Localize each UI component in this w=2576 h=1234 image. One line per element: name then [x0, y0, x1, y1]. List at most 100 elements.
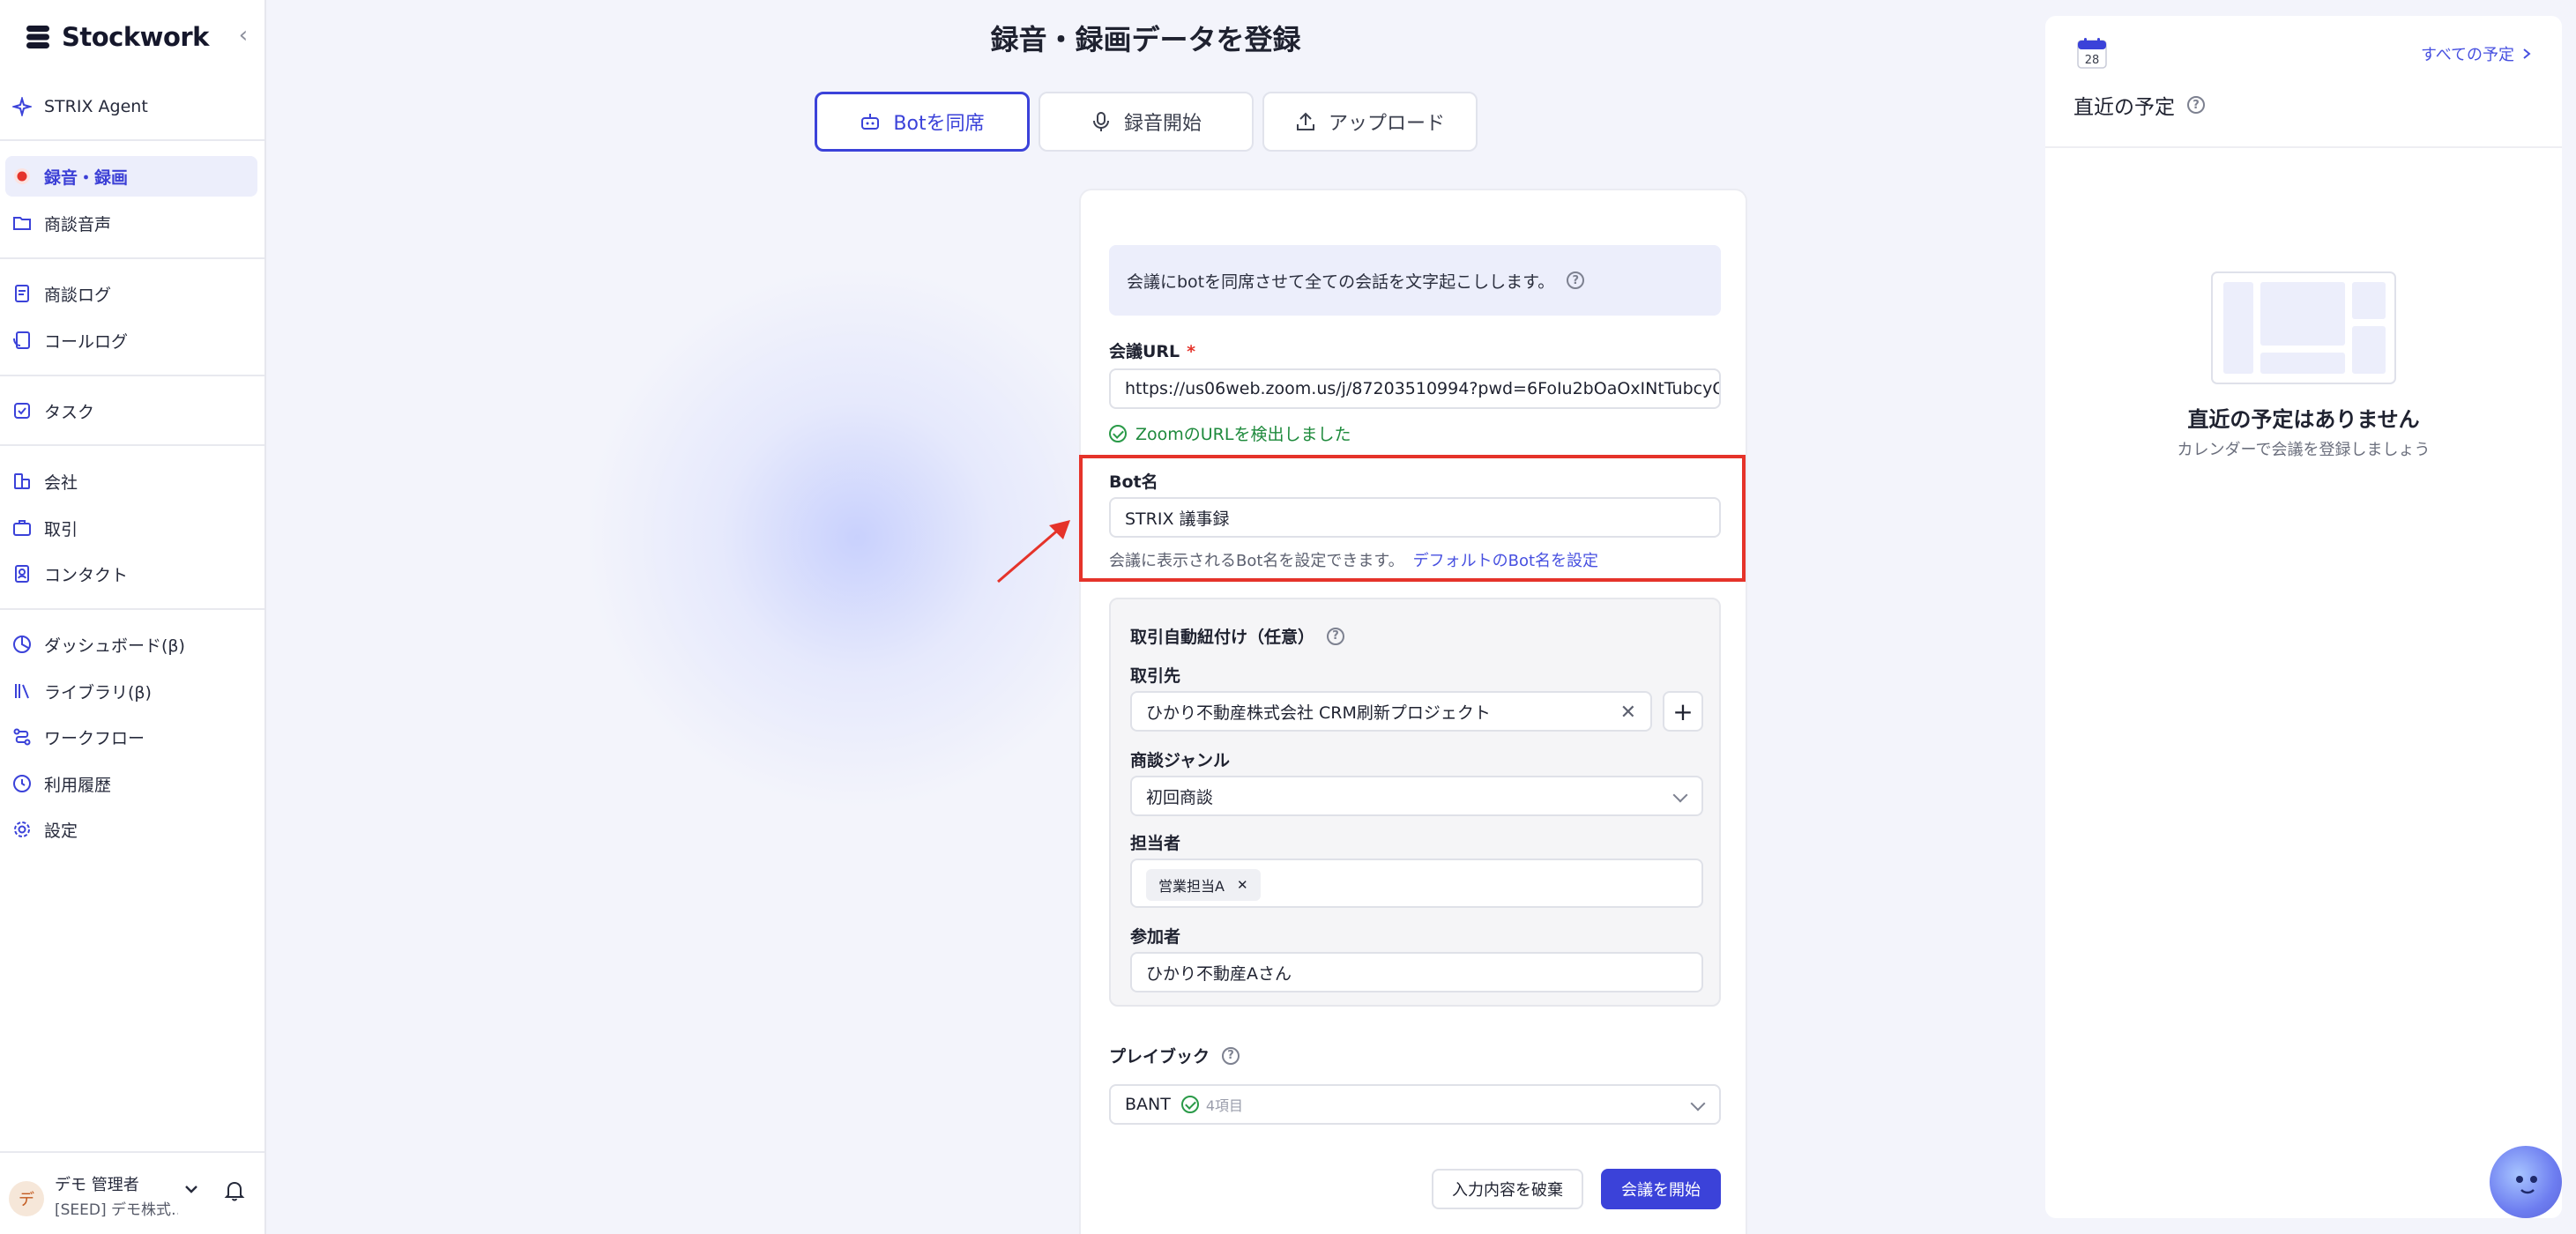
user-organization: [SEED] デモ株式…: [55, 1201, 178, 1219]
user-menu[interactable]: デ デモ 管理者 [SEED] デモ株式…: [0, 1151, 264, 1234]
participants-input[interactable]: ひかり不動産Aさん: [1130, 952, 1703, 992]
gear-icon: [12, 820, 32, 839]
client-select[interactable]: ひかり不動産株式会社 CRM刷新プロジェクト ✕: [1130, 691, 1652, 732]
divider: [0, 375, 264, 376]
chevron-down-icon: [1690, 1096, 1706, 1111]
divider: [0, 444, 264, 446]
start-meeting-button[interactable]: 会議を開始: [1601, 1169, 1721, 1209]
logo[interactable]: Stockwork: [23, 19, 209, 55]
mode-button-record[interactable]: 録音開始: [1039, 92, 1254, 152]
sidebar-item-label: 取引: [44, 519, 78, 539]
help-icon[interactable]: ?: [1567, 271, 1585, 289]
close-icon[interactable]: ✕: [1620, 702, 1636, 724]
all-events-link-text: すべての予定: [2420, 46, 2514, 64]
owner-tag: 営業担当A ✕: [1146, 869, 1261, 901]
collapse-sidebar-button[interactable]: ‹: [231, 22, 256, 48]
help-icon[interactable]: ?: [1327, 627, 1345, 645]
library-icon: [12, 681, 32, 701]
sidebar-item-call-log[interactable]: コールログ: [5, 320, 257, 361]
meeting-url-input[interactable]: https://us06web.zoom.us/j/87203510994?pw…: [1109, 368, 1721, 409]
sidebar-item-tasks[interactable]: タスク: [5, 390, 257, 431]
briefcase-icon: [12, 518, 32, 538]
discard-button[interactable]: 入力内容を破棄: [1432, 1169, 1583, 1209]
divider: [0, 608, 264, 610]
calendar-icon: 28: [2077, 38, 2107, 69]
sidebar-item-workflow[interactable]: ワークフロー: [5, 717, 257, 757]
sidebar-item-contacts[interactable]: コンタクト: [5, 554, 257, 594]
sidebar-item-deals[interactable]: 取引: [5, 508, 257, 548]
checkbox-icon: [12, 401, 32, 420]
empty-state-subtitle: カレンダーで会議を登録しましょう: [2177, 441, 2431, 459]
playbook-label-text: プレイブック: [1109, 1047, 1210, 1067]
chevron-down-icon: [1672, 787, 1688, 803]
auto-link-title: 取引自動紐付け（任意） ?: [1130, 624, 1345, 648]
sidebar-item-meeting-log[interactable]: 商談ログ: [5, 273, 257, 314]
sidebar-item-usage-history[interactable]: 利用履歴: [5, 763, 257, 804]
meeting-url-label-text: 会議URL: [1109, 342, 1180, 361]
sidebar-item-library[interactable]: ライブラリ(β): [5, 671, 257, 711]
sidebar-item-label: ワークフロー: [44, 728, 145, 748]
divider: [0, 139, 264, 141]
sparkle-icon: [12, 97, 32, 116]
sidebar-item-label: STRIX Agent: [44, 97, 148, 116]
check-circle-icon: [1109, 424, 1127, 442]
schedule-header: 28 すべての予定 直近の予定 ?: [2045, 16, 2562, 148]
building-icon: [12, 472, 32, 491]
owner-input[interactable]: 営業担当A ✕: [1130, 859, 1703, 908]
meeting-url-label: 会議URL *: [1109, 338, 1195, 362]
sidebar-item-label: 利用履歴: [44, 775, 112, 795]
workflow-icon: [12, 727, 32, 747]
auto-link-title-text: 取引自動紐付け（任意）: [1130, 628, 1315, 647]
logo-icon: [26, 26, 49, 48]
sidebar-item-dashboard[interactable]: ダッシュボード(β): [5, 624, 257, 665]
microphone-icon: [1092, 112, 1109, 131]
sidebar-item-label: ダッシュボード(β): [44, 636, 185, 656]
mode-button-label: 録音開始: [1123, 113, 1202, 135]
logo-text: Stockwork: [62, 22, 209, 52]
empty-calendar-illustration: [2211, 271, 2396, 384]
chevron-right-icon: [2523, 48, 2531, 59]
bot-form-card: 会議にbotを同席させて全ての会話を文字起こしします。 ? 会議URL * htt…: [1079, 189, 1747, 1234]
all-events-link[interactable]: すべての予定: [2421, 42, 2532, 65]
add-client-button[interactable]: +: [1663, 691, 1703, 732]
mode-button-bot[interactable]: Botを同席: [815, 92, 1030, 152]
close-icon[interactable]: ✕: [1237, 877, 1248, 893]
required-mark: *: [1187, 342, 1196, 361]
help-icon[interactable]: ?: [2187, 96, 2205, 114]
sidebar-item-recording[interactable]: 録音・録画: [5, 156, 257, 197]
genre-value: 初回商談: [1146, 787, 1214, 807]
mode-button-label: Botを同席: [893, 113, 985, 135]
sidebar-item-companies[interactable]: 会社: [5, 461, 257, 502]
call-log-icon: [12, 331, 32, 350]
genre-select[interactable]: 初回商談: [1130, 776, 1703, 816]
mode-button-upload[interactable]: アップロード: [1262, 92, 1478, 152]
sidebar-item-strix-agent[interactable]: STRIX Agent: [5, 86, 257, 127]
upload-icon: [1296, 112, 1314, 130]
sidebar-item-meeting-audio[interactable]: 商談音声: [5, 203, 257, 243]
sidebar-item-label: ライブラリ(β): [44, 682, 152, 702]
info-text: 会議にbotを同席させて全ての会話を文字起こしします。: [1127, 271, 1555, 292]
sidebar-item-label: 設定: [44, 821, 78, 841]
schedule-title: 直近の予定 ?: [2073, 90, 2205, 120]
annotation-arrow-icon: [997, 520, 1070, 584]
playbook-label: プレイブック ?: [1109, 1044, 1240, 1067]
main-content: 録音・録画データを登録 Botを同席 録音開始 アップロード 会議にbotを同席…: [266, 0, 2045, 1234]
participants-label: 参加者: [1130, 927, 1181, 947]
bell-icon[interactable]: [224, 1179, 245, 1202]
history-icon: [12, 774, 32, 793]
playbook-select[interactable]: BANT 4項目: [1109, 1084, 1721, 1125]
sidebar-item-label: 商談音声: [44, 214, 112, 234]
empty-state-title: 直近の予定はありません: [2187, 407, 2420, 432]
info-banner: 会議にbotを同席させて全ての会話を文字起こしします。 ?: [1109, 245, 1721, 316]
help-icon[interactable]: ?: [1222, 1046, 1240, 1065]
record-icon: [12, 167, 32, 186]
assistant-chat-button[interactable]: [2490, 1146, 2562, 1218]
sidebar-item-label: タスク: [44, 402, 95, 422]
chevron-down-icon[interactable]: [183, 1181, 199, 1197]
divider: [0, 257, 264, 259]
annotation-highlight-box: [1079, 455, 1746, 582]
check-circle-icon: [1180, 1096, 1199, 1113]
sidebar-item-settings[interactable]: 設定: [5, 809, 257, 850]
page-title: 録音・録画データを登録: [990, 23, 1301, 56]
sidebar-item-label: 会社: [44, 472, 78, 493]
